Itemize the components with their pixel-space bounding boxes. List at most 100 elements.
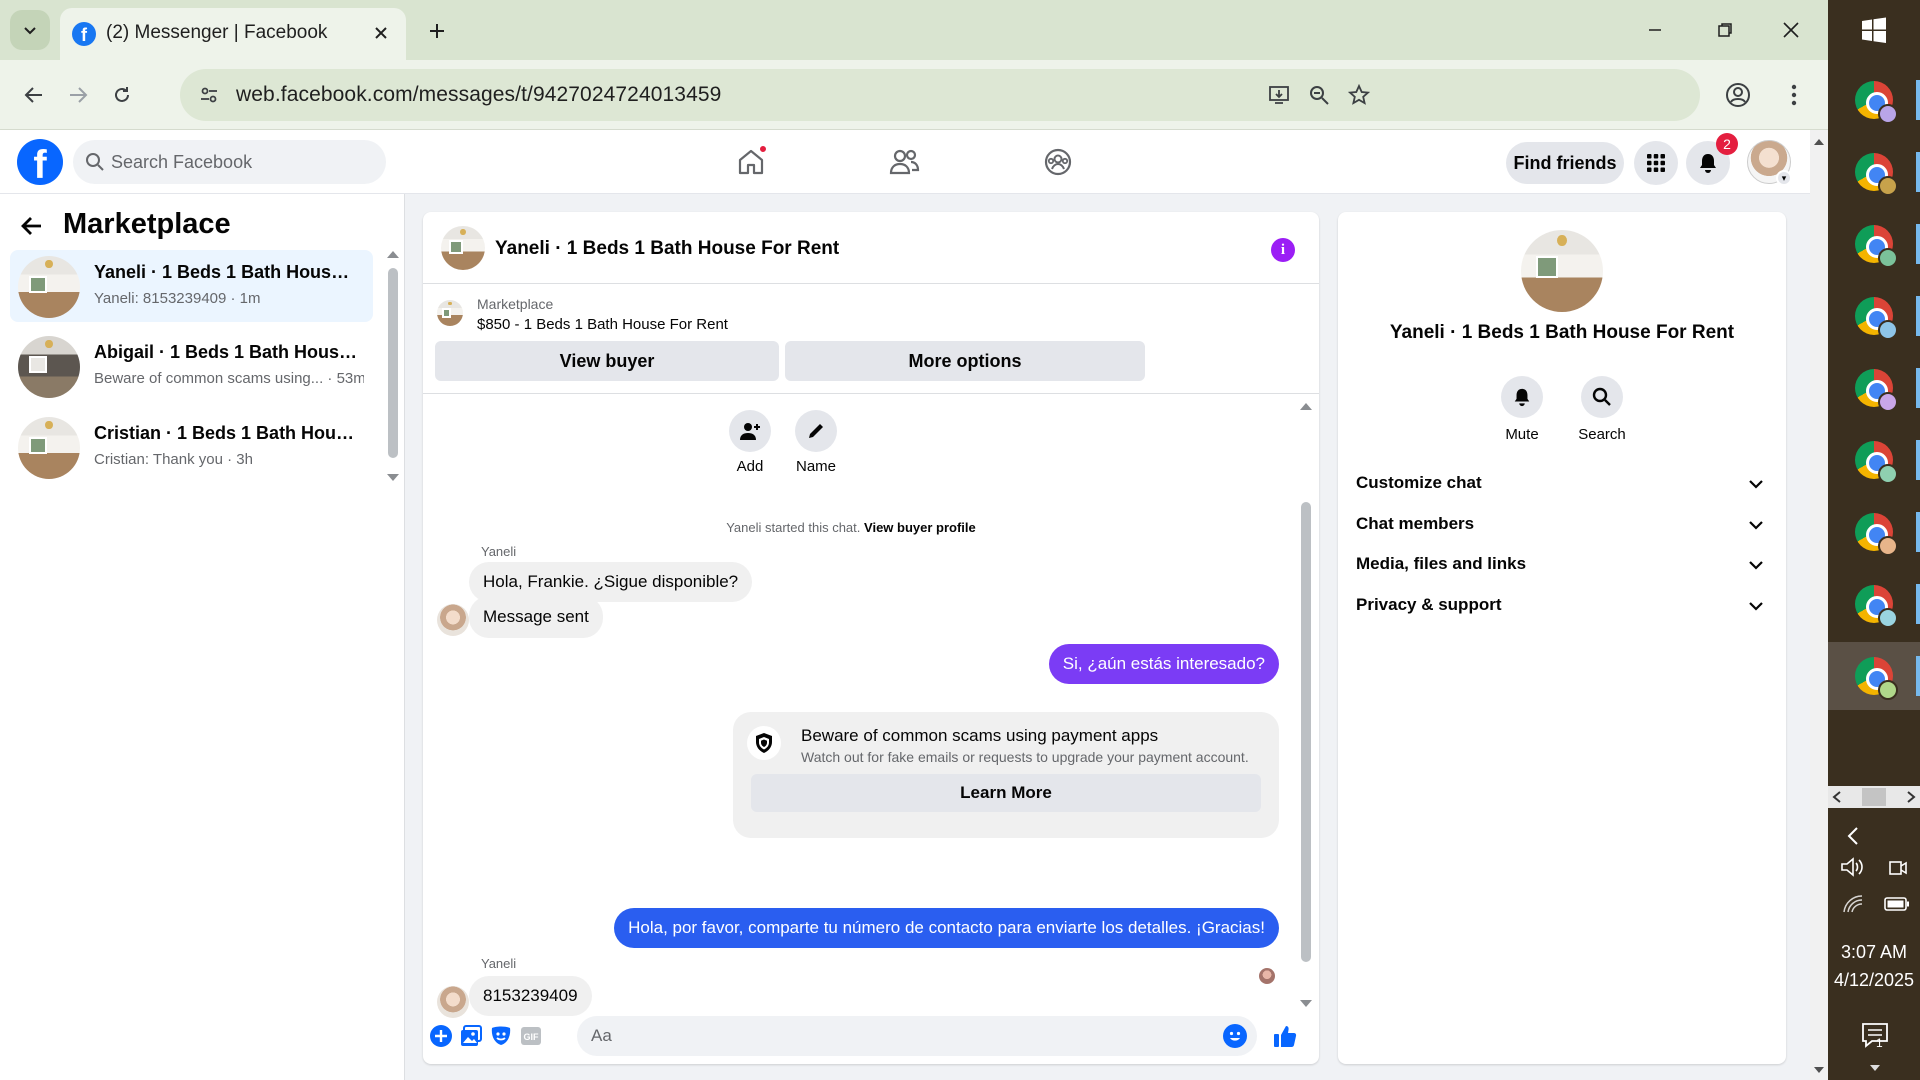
home-nav[interactable] [726, 138, 776, 186]
back-button[interactable] [20, 208, 52, 244]
page-scrollbar[interactable] [1810, 130, 1828, 1080]
view-buyer-profile-link[interactable]: View buyer profile [864, 520, 976, 535]
gif-icon[interactable]: GIF [517, 1022, 545, 1050]
view-buyer-button[interactable]: View buyer [435, 341, 779, 381]
chrome-taskbar-item[interactable] [1828, 282, 1920, 350]
tab-messenger[interactable]: f (2) Messenger | Facebook [60, 8, 406, 60]
outgoing-message[interactable]: Si, ¿aún estás interesado? [1048, 644, 1279, 684]
tab-search-button[interactable] [10, 10, 50, 50]
site-info-icon[interactable] [194, 80, 224, 110]
chrome-taskbar-item[interactable] [1828, 210, 1920, 278]
scroll-up-icon[interactable] [387, 250, 399, 258]
incoming-message[interactable]: 8153239409 [469, 976, 592, 1016]
chrome-taskbar-item[interactable] [1828, 570, 1920, 638]
search-in-chat-button[interactable]: Search [1562, 376, 1642, 443]
chevron-left-icon[interactable] [1832, 791, 1842, 803]
chevron-down-icon[interactable]: ▾ [1776, 170, 1792, 186]
scrollbar-thumb[interactable] [1301, 502, 1311, 962]
mute-label: Mute [1505, 426, 1539, 443]
media-files-links-section[interactable]: Media, files and links [1348, 543, 1776, 587]
more-actions-plus-icon[interactable] [427, 1022, 455, 1050]
thumbs-up-icon[interactable] [1271, 1022, 1299, 1050]
restore-button[interactable] [1700, 8, 1750, 52]
add-people-button[interactable] [729, 410, 771, 452]
clock-time[interactable]: 3:07 AM [1828, 942, 1920, 963]
conversation-item[interactable]: Yaneli · 1 Beds 1 Bath House For... Yane… [10, 250, 373, 322]
facebook-search-box[interactable] [73, 140, 386, 184]
message-input-box[interactable] [577, 1016, 1257, 1056]
browser-menu-button[interactable] [1772, 73, 1816, 117]
start-button[interactable] [1828, 0, 1920, 60]
chrome-taskbar-item[interactable] [1828, 498, 1920, 566]
chat-title[interactable]: Yaneli · 1 Beds 1 Bath House For Rent [495, 238, 839, 260]
friends-nav[interactable] [879, 138, 929, 186]
forward-button[interactable] [56, 73, 100, 117]
search-input[interactable] [111, 140, 371, 184]
chat-list-scrollbar[interactable] [384, 250, 402, 482]
scroll-down-icon[interactable] [1814, 1066, 1824, 1074]
bookmark-star-icon[interactable] [1342, 78, 1376, 112]
address-bar[interactable]: web.facebook.com/messages/t/942702472401… [180, 69, 1700, 121]
volume-icon[interactable] [1840, 856, 1864, 878]
info-icon[interactable]: i [1271, 238, 1295, 262]
chat-avatar[interactable] [441, 226, 485, 270]
chrome-taskbar-item[interactable] [1828, 66, 1920, 134]
window-close-button[interactable] [1766, 8, 1816, 52]
wifi-icon[interactable] [1842, 894, 1864, 914]
new-tab-button[interactable] [418, 12, 456, 50]
privacy-support-section[interactable]: Privacy & support [1348, 584, 1776, 628]
minimize-button[interactable] [1630, 8, 1680, 52]
arrow-right-icon [70, 87, 88, 103]
battery-icon[interactable] [1884, 896, 1910, 912]
chat-members-section[interactable]: Chat members [1348, 503, 1776, 547]
sticker-icon[interactable] [487, 1022, 515, 1050]
taskbar-scroller[interactable] [1828, 786, 1920, 808]
scrollbar-thumb[interactable] [388, 268, 398, 458]
reload-button[interactable] [100, 73, 144, 117]
scroll-down-icon[interactable] [1300, 1000, 1312, 1008]
thread-scrollbar[interactable] [1297, 402, 1315, 1010]
customize-chat-section[interactable]: Customize chat [1348, 462, 1776, 506]
tab-close-button[interactable] [366, 18, 396, 48]
conversation-item[interactable]: Abigail · 1 Beds 1 Bath House F... Bewar… [10, 330, 373, 402]
reload-icon [115, 87, 129, 102]
groups-nav[interactable] [1033, 138, 1083, 186]
menu-button[interactable] [1634, 141, 1678, 185]
conversation-item[interactable]: Cristian · 1 Beds 1 Bath House F... Cris… [10, 411, 373, 483]
name-chat-button[interactable] [795, 410, 837, 452]
meet-now-icon[interactable] [1886, 856, 1908, 878]
chevron-left-icon[interactable] [1846, 826, 1860, 846]
zoom-icon[interactable] [1302, 78, 1336, 112]
chat-details-avatar[interactable] [1521, 230, 1603, 312]
chrome-taskbar-item[interactable] [1828, 354, 1920, 422]
account-circle-icon [1726, 83, 1750, 107]
notification-center-icon[interactable] [1860, 1020, 1890, 1050]
scroll-up-icon[interactable] [1814, 138, 1824, 146]
emoji-icon[interactable] [1223, 1024, 1247, 1048]
clock-date[interactable]: 4/12/2025 [1828, 970, 1920, 991]
facebook-logo-icon[interactable]: f [17, 139, 63, 185]
url-text[interactable]: web.facebook.com/messages/t/942702472401… [236, 83, 721, 107]
outgoing-message[interactable]: Hola, por favor, comparte tu número de c… [614, 908, 1279, 948]
chrome-taskbar-item[interactable] [1828, 426, 1920, 494]
find-friends-button[interactable]: Find friends [1506, 142, 1624, 184]
profile-button[interactable] [1716, 73, 1760, 117]
scroller-thumb[interactable] [1862, 788, 1886, 806]
chrome-taskbar-item[interactable] [1828, 138, 1920, 206]
scroll-down-icon[interactable] [1870, 1064, 1880, 1072]
learn-more-button[interactable]: Learn More [751, 774, 1261, 812]
scroll-down-icon[interactable] [387, 474, 399, 482]
chevron-right-icon[interactable] [1906, 791, 1916, 803]
chrome-taskbar-item-active[interactable] [1828, 642, 1920, 710]
more-options-button[interactable]: More options [785, 341, 1145, 381]
attach-photo-icon[interactable] [457, 1022, 485, 1050]
incoming-message[interactable]: Message sent [469, 596, 603, 638]
message-input[interactable] [591, 1016, 1211, 1056]
scroll-up-icon[interactable] [1300, 402, 1312, 410]
install-app-icon[interactable] [1262, 78, 1296, 112]
mute-button[interactable]: Mute [1482, 376, 1562, 443]
messenger-body: Marketplace Yaneli · 1 Beds 1 Bath House… [0, 194, 1810, 1080]
search-icon [1581, 376, 1623, 418]
back-button[interactable] [12, 73, 56, 117]
sender-avatar[interactable] [437, 604, 469, 636]
